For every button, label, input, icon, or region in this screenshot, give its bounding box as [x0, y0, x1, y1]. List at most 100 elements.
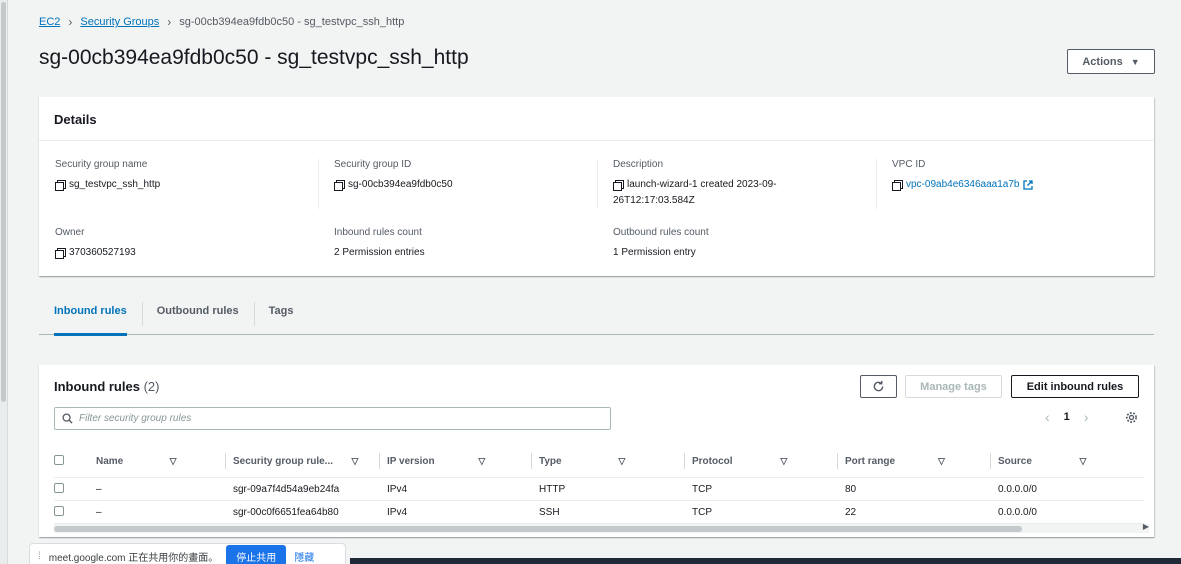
chevron-left-icon[interactable]: ‹ [1045, 409, 1050, 425]
column-header-name[interactable]: Name ▽ [96, 445, 233, 478]
vpc-id-link[interactable]: vpc-09ab4e6346aaa1a7b [906, 177, 1019, 193]
refresh-icon [873, 380, 884, 392]
sort-icon[interactable]: ▽ [478, 456, 485, 467]
copy-icon[interactable] [892, 180, 903, 191]
owner-field: Owner 370360527193 [55, 227, 136, 261]
manage-tags-button[interactable]: Manage tags [905, 375, 1002, 398]
inbound-rules-panel: Inbound rules (2) Manage tags Edit inbou… [39, 365, 1154, 537]
sort-icon[interactable]: ▽ [352, 456, 359, 467]
column-divider [876, 159, 877, 209]
owner-value: 370360527193 [69, 247, 136, 258]
column-header-ip-version[interactable]: IP version ▽ [379, 445, 539, 478]
inbound-count-label: Inbound rules count [334, 227, 422, 238]
actions-button[interactable]: Actions ▼ [1067, 49, 1155, 74]
cell-name: – [96, 500, 233, 524]
cell-name: – [96, 477, 233, 501]
row-checkbox[interactable] [54, 482, 64, 493]
screen-share-bar: ⁞ meet.google.com 正在共用你的畫面。 停止共用 隱藏 [29, 543, 346, 564]
column-header-protocol[interactable]: Protocol ▽ [684, 445, 845, 478]
sort-icon[interactable]: ▽ [170, 456, 177, 467]
outbound-count-label: Outbound rules count [613, 227, 709, 238]
hide-share-bar-link[interactable]: 隱藏 [294, 549, 314, 564]
cell-ip-version: IPv4 [387, 477, 539, 501]
sg-id-field: Security group ID sg-00cb394ea9fdb0c50 [334, 159, 453, 193]
outbound-count-field: Outbound rules count 1 Permission entry [613, 227, 709, 261]
copy-icon[interactable] [334, 180, 345, 191]
copy-icon[interactable] [55, 248, 66, 259]
caret-down-icon: ▼ [1130, 56, 1140, 67]
sort-icon[interactable]: ▽ [780, 456, 787, 467]
cell-port-range: 22 [845, 500, 998, 524]
column-header-port-range[interactable]: Port range ▽ [837, 445, 998, 478]
pagination: ‹ 1 › [1045, 409, 1088, 425]
breadcrumb-ec2-link[interactable]: EC2 [39, 16, 60, 28]
sort-icon[interactable]: ▽ [1079, 456, 1086, 467]
details-panel: Details Security group name sg_testvpc_s… [39, 97, 1154, 276]
chevron-right-icon[interactable]: › [1084, 409, 1089, 425]
table-header-row: Name ▽ Security group rule... ▽ IP version… [54, 445, 1144, 478]
description-label: Description [613, 159, 664, 170]
cell-protocol: TCP [692, 477, 845, 501]
cell-port-range: 80 [845, 477, 998, 501]
inbound-rules-table: Name ▽ Security group rule... ▽ IP version… [54, 445, 1144, 524]
table-horizontal-scrollbar[interactable]: ▶ [54, 522, 1149, 533]
breadcrumb-security-groups-link[interactable]: Security Groups [80, 16, 159, 28]
copy-icon[interactable] [55, 180, 66, 191]
cell-rule-id: sgr-09a7f4d54a9eb24fa [233, 477, 387, 501]
select-all-cell [54, 445, 96, 478]
drag-handle-icon[interactable]: ⁞ [38, 551, 41, 562]
cell-ip-version: IPv4 [387, 500, 539, 524]
copy-icon[interactable] [613, 180, 624, 191]
page-scrollbar[interactable] [0, 0, 8, 564]
inbound-count-value: 2 Permission entries [334, 247, 425, 258]
share-bar-text: meet.google.com 正在共用你的畫面。 [48, 552, 219, 564]
cell-type: SSH [539, 500, 692, 524]
tab-outbound-rules[interactable]: Outbound rules [141, 296, 254, 335]
vpc-id-field: VPC ID vpc-09ab4e6346aaa1a7b [892, 159, 1034, 193]
page-title: sg-00cb394ea9fdb0c50 - sg_testvpc_ssh_ht… [39, 46, 469, 69]
page-scrollbar-thumb[interactable] [1, 2, 6, 402]
gear-icon[interactable] [1125, 411, 1138, 424]
edit-inbound-rules-button[interactable]: Edit inbound rules [1011, 375, 1139, 398]
tab-inbound-rules[interactable]: Inbound rules [39, 296, 142, 336]
table-row[interactable]: – sgr-09a7f4d54a9eb24fa IPv4 HTTP TCP 80… [54, 477, 1144, 501]
cell-rule-id: sgr-00c0f6651fea64b80 [233, 500, 387, 524]
cell-protocol: TCP [692, 500, 845, 524]
description-line2: 26T12:17:03.584Z [613, 195, 695, 206]
rules-tabs: Inbound rules Outbound rules Tags [39, 296, 1154, 336]
sg-name-field: Security group name sg_testvpc_ssh_http [55, 159, 160, 193]
scroll-right-icon[interactable]: ▶ [1143, 522, 1149, 531]
cell-source: 0.0.0.0/0 [998, 477, 1144, 501]
sg-id-label: Security group ID [334, 159, 412, 170]
row-checkbox[interactable] [54, 505, 64, 516]
cell-type: HTTP [539, 477, 692, 501]
inbound-rules-title-text: Inbound rules [54, 379, 140, 394]
breadcrumb: EC2 › Security Groups › sg-00cb394ea9fdb… [39, 15, 404, 29]
chevron-right-icon: › [68, 15, 73, 29]
actions-button-label: Actions [1082, 55, 1123, 68]
column-header-type[interactable]: Type ▽ [531, 445, 692, 478]
cell-source: 0.0.0.0/0 [998, 500, 1144, 524]
tab-tags[interactable]: Tags [253, 296, 309, 335]
table-scrollbar-thumb[interactable] [54, 526, 1022, 532]
description-field: Description launch-wizard-1 created 2023… [613, 159, 813, 209]
owner-label: Owner [55, 227, 85, 238]
details-title: Details [39, 97, 1154, 141]
sort-icon[interactable]: ▽ [938, 456, 945, 467]
table-row[interactable]: – sgr-00c0f6651fea64b80 IPv4 SSH TCP 22 … [54, 500, 1144, 524]
current-page[interactable]: 1 [1064, 411, 1070, 423]
select-all-checkbox[interactable] [54, 454, 64, 465]
sort-icon[interactable]: ▽ [618, 456, 625, 467]
filter-rules-input[interactable]: Filter security group rules [54, 407, 611, 430]
external-link-icon[interactable] [1023, 180, 1034, 190]
inbound-count-field: Inbound rules count 2 Permission entries [334, 227, 425, 261]
refresh-button[interactable] [860, 375, 897, 398]
sg-id-value: sg-00cb394ea9fdb0c50 [348, 179, 453, 190]
stop-sharing-button[interactable]: 停止共用 [226, 544, 287, 564]
description-line1: launch-wizard-1 created 2023-09- [627, 179, 777, 190]
column-header-source[interactable]: Source ▽ [990, 445, 1144, 478]
column-divider [597, 159, 598, 209]
search-icon [62, 413, 73, 424]
column-header-rule-id[interactable]: Security group rule... ▽ [225, 445, 387, 478]
inbound-rules-count: (2) [143, 379, 160, 394]
